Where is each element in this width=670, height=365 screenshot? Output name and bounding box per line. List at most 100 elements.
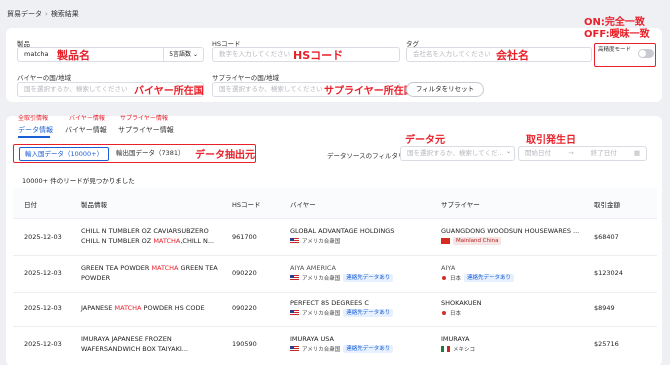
us-flag-icon: [290, 238, 299, 244]
source-country-select[interactable]: 国を選択するか、検索してくだ...: [400, 146, 515, 161]
end-date-placeholder: 終了日付: [590, 149, 617, 157]
product-text: GREEN TEA POWDER: [81, 264, 152, 272]
row-supplier-name[interactable]: GUANGDONG WOODSUN HOUSEWARES ...: [441, 226, 579, 236]
arrow-right-icon: →: [568, 149, 574, 157]
mexico-flag-icon: [441, 346, 450, 352]
col-buyer: バイヤー: [290, 201, 316, 209]
language-select[interactable]: 5言語数 ⌄: [163, 48, 203, 61]
language-select-value: 5言語数: [169, 51, 192, 58]
tab-buyer-info[interactable]: バイヤー情報: [65, 125, 107, 135]
col-supplier: サプライヤー: [441, 201, 480, 209]
japan-flag-icon: [441, 275, 447, 281]
product-highlight: MATCHA: [153, 237, 181, 245]
row-product: IMURAYA JAPANESE FROZEN WAFERSANDWICH BO…: [81, 335, 188, 353]
row-buyer-name[interactable]: GLOBAL ADVANTAGE HOLDINGS: [290, 226, 394, 236]
supplier-country-name: 日本: [450, 276, 462, 282]
buyer-country-label: バイヤーの国/地域: [17, 74, 71, 82]
row-date: 2025-12-03: [24, 269, 62, 277]
row-hs-code: 090220: [232, 304, 257, 312]
precision-mode-label: 高精度モード: [598, 47, 632, 53]
reset-filters-button[interactable]: フィルタをリセット: [406, 82, 484, 97]
chevron-down-icon: ⌄: [506, 148, 512, 155]
row-hs-code: 961700: [232, 233, 257, 241]
china-flag-icon: [441, 238, 450, 244]
row-supplier-country: メキシコ: [441, 345, 475, 353]
chevron-down-icon: ⌄: [192, 51, 198, 58]
top-tab-supplier[interactable]: サプライヤー情報: [120, 113, 168, 122]
annotation-product: 製品名: [57, 49, 90, 62]
table-header: [13, 188, 657, 218]
supplier-country-name: メキシコ: [453, 347, 476, 353]
contact-data-badge: 連絡先データあり: [464, 274, 515, 282]
annotation-data-source: データ元: [405, 135, 445, 146]
row-buyer-country: アメリカ合衆国 連絡先データあり: [290, 274, 394, 282]
row-amount: $123024: [594, 269, 623, 277]
buyer-country-name: アメリカ合衆国: [302, 276, 341, 282]
annotation-buyer-country: バイヤー所在国: [134, 86, 204, 97]
supplier-country-label: サプライヤーの国/地域: [212, 74, 279, 82]
col-product: 製品情報: [81, 201, 107, 209]
row-buyer-country: アメリカ合衆国: [290, 237, 340, 245]
annotation-extract-source: データ抽出元: [195, 150, 255, 161]
supplier-country-name: Mainland China: [453, 237, 502, 245]
tab-supplier-info[interactable]: サプライヤー情報: [118, 125, 174, 135]
breadcrumb-separator: ›: [45, 10, 48, 18]
tab-underline: [18, 136, 50, 138]
us-flag-icon: [290, 310, 299, 316]
us-flag-icon: [290, 275, 299, 281]
product-highlight: MATCHA: [151, 264, 179, 272]
result-count: 10000+ 件のリードが見つかりました: [22, 177, 135, 185]
precision-mode-toggle[interactable]: [638, 49, 654, 58]
row-date: 2025-12-03: [24, 233, 62, 241]
row-supplier-country: 日本 連絡先データあり: [441, 274, 515, 282]
buyer-country-name: アメリカ合衆国: [302, 347, 341, 353]
product-text: ,CHILL N...: [180, 237, 215, 245]
buyer-country-name: アメリカ合衆国: [302, 311, 341, 317]
row-amount: $25716: [594, 340, 619, 348]
contact-data-badge: 連絡先データあり: [343, 345, 394, 353]
product-text: POWDER HS CODE: [141, 304, 205, 312]
product-input-value: matcha: [24, 50, 49, 58]
top-tab-all[interactable]: 全取引情報: [18, 113, 48, 122]
row-hs-code: 090220: [232, 269, 257, 277]
breadcrumb: 貿易データ › 検索結果: [7, 9, 79, 19]
buyer-country-name: アメリカ合衆国: [302, 239, 341, 245]
row-supplier-name[interactable]: SHOKAKUEN: [441, 298, 482, 308]
import-data-toggle[interactable]: 輸入国データ（10000+）: [19, 147, 110, 161]
product-input[interactable]: matcha 5言語数 ⌄: [17, 47, 204, 62]
date-range-picker[interactable]: 開始日付 → 終了日付 ▦: [518, 146, 647, 161]
annotation-supplier-country: サプライヤー所在国: [324, 86, 414, 97]
start-date-placeholder: 開始日付: [525, 149, 551, 157]
product-highlight: MATCHA: [114, 304, 142, 312]
japan-flag-icon: [441, 310, 447, 316]
top-tab-buyer[interactable]: バイヤー情報: [69, 113, 105, 122]
row-buyer-country: アメリカ合衆国 連絡先データあり: [290, 309, 394, 317]
row-buyer-name[interactable]: AIYA AMERICA: [290, 263, 336, 273]
row-supplier-country: 日本: [441, 309, 461, 317]
row-amount: $8949: [594, 304, 615, 312]
product-text: JAPANESE: [81, 304, 115, 312]
annotation-mode: ON:完全一致 OFF:曖昧一致: [584, 17, 650, 40]
us-flag-icon: [290, 346, 299, 352]
row-buyer-name[interactable]: IMURAYA USA: [290, 334, 334, 344]
row-supplier-country: Mainland China: [441, 237, 502, 245]
row-date: 2025-12-03: [24, 340, 62, 348]
col-amount[interactable]: 取引金額: [594, 199, 620, 209]
row-supplier-name[interactable]: AIYA: [441, 263, 455, 273]
tab-data-info[interactable]: データ情報: [18, 125, 53, 135]
supplier-country-name: 日本: [450, 311, 462, 317]
col-date[interactable]: 日付: [24, 199, 37, 209]
row-amount: $68407: [594, 233, 619, 241]
row-buyer-name[interactable]: PERFECT 85 DEGREES C: [290, 298, 369, 308]
row-product: GREEN TEA POWDER MATCHA GREEN TEA POWDER: [81, 263, 221, 283]
breadcrumb-root[interactable]: 貿易データ: [7, 10, 42, 18]
annotation-hs: HSコード: [293, 49, 344, 62]
row-product: JAPANESE MATCHA POWDER HS CODE: [81, 303, 205, 313]
row-date: 2025-12-03: [24, 304, 62, 312]
contact-data-badge: 連絡先データあり: [343, 309, 394, 317]
export-data-toggle[interactable]: 輸出国データ（7381）: [111, 147, 190, 161]
row-buyer-country: アメリカ合衆国 連絡先データあり: [290, 345, 394, 353]
row-hs-code: 190590: [232, 340, 257, 348]
annotation-company: 会社名: [496, 49, 529, 62]
row-supplier-name[interactable]: IMURAYA: [441, 334, 469, 344]
